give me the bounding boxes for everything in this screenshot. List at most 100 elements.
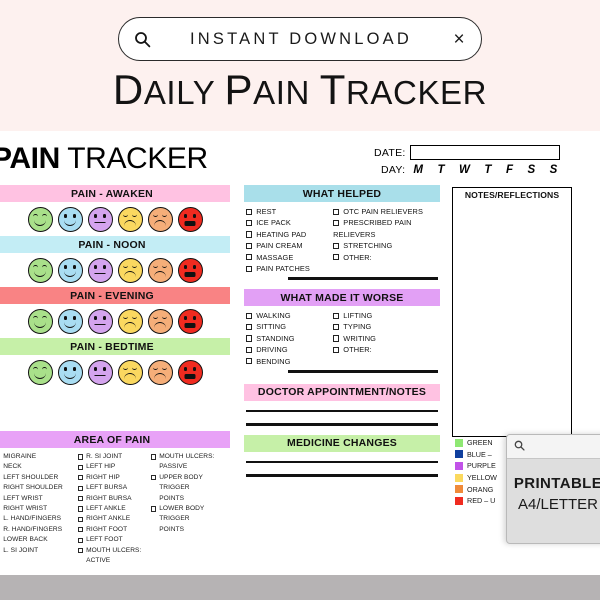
checkbox-item[interactable]: MOUTH ULCERS: ACTIVE — [77, 546, 151, 567]
checkbox-icon[interactable] — [246, 346, 253, 354]
checkbox-icon[interactable] — [333, 254, 340, 261]
face-no-pain[interactable] — [27, 206, 53, 232]
checkbox-item[interactable]: LEFT WRIST — [0, 494, 78, 504]
face-very-severe[interactable] — [147, 257, 173, 283]
day-letter-6[interactable]: S — [550, 164, 558, 176]
checkbox-icon[interactable] — [333, 335, 340, 342]
checkbox-icon[interactable] — [151, 454, 157, 460]
checkbox-item[interactable]: R. HAND/FINGERS — [0, 525, 78, 535]
checkbox-icon[interactable] — [333, 312, 340, 319]
checkbox-item[interactable]: L. SI JOINT — [0, 546, 78, 556]
checkbox-item[interactable]: STANDING — [246, 333, 333, 344]
doctor-write-line[interactable] — [246, 409, 438, 413]
checkbox-icon[interactable] — [246, 254, 253, 261]
checkbox-icon[interactable] — [77, 496, 84, 502]
day-letter-5[interactable]: S — [527, 164, 535, 176]
checkbox-item[interactable]: RIGHT SHOULDER — [0, 483, 78, 493]
checkbox-item[interactable]: TYPING — [333, 321, 440, 332]
checkbox-icon[interactable] — [151, 475, 157, 481]
checkbox-item[interactable]: MIGRAINE — [0, 452, 78, 462]
checkbox-icon[interactable] — [246, 220, 253, 227]
checkbox-item[interactable]: WRITING — [333, 333, 440, 344]
checkbox-item[interactable]: BENDING — [246, 356, 333, 367]
checkbox-item[interactable]: LEFT BURSA — [77, 483, 151, 493]
checkbox-icon[interactable] — [77, 454, 84, 460]
face-moderate-pain[interactable] — [87, 359, 113, 385]
face-mild-pain[interactable] — [57, 359, 83, 385]
day-letters[interactable]: MTWTFSS — [411, 164, 557, 176]
checkbox-icon[interactable] — [77, 475, 84, 481]
checkbox-item[interactable]: R. SI JOINT — [77, 452, 151, 462]
checkbox-item[interactable]: L. HAND/FINGERS — [0, 514, 78, 524]
checkbox-item[interactable]: NECK — [0, 462, 78, 472]
checkbox-item[interactable]: PRESCRIBED PAIN — [333, 217, 440, 228]
checkbox-item[interactable]: LEFT SHOULDER — [0, 473, 78, 483]
checkbox-icon[interactable] — [77, 464, 84, 470]
doctor-write-line[interactable] — [246, 423, 438, 426]
checkbox-item[interactable]: PAIN CREAM — [246, 240, 333, 251]
face-very-severe[interactable] — [147, 308, 173, 334]
face-severe-pain[interactable] — [117, 308, 143, 334]
checkbox-item[interactable]: LEFT HIP — [77, 462, 151, 472]
medicine-write-line[interactable] — [246, 474, 438, 478]
checkbox-item[interactable]: OTHER: — [333, 344, 440, 355]
day-letter-0[interactable]: M — [413, 164, 423, 176]
face-worst-pain[interactable] — [177, 359, 203, 385]
printable-overlay-popup[interactable]: PRINTABLE A4/LETTER — [506, 434, 600, 544]
checkbox-item[interactable]: MASSAGE — [246, 252, 333, 263]
checkbox-item[interactable]: MOUTH ULCERS: — [151, 452, 230, 462]
checkbox-icon[interactable] — [246, 231, 253, 238]
checkbox-icon[interactable] — [246, 358, 253, 365]
checkbox-item[interactable]: UPPER BODY TRIGGER — [151, 473, 230, 494]
day-letter-1[interactable]: T — [437, 164, 444, 176]
checkbox-icon[interactable] — [246, 242, 253, 249]
checkbox-icon[interactable] — [246, 312, 253, 319]
checkbox-icon[interactable] — [77, 506, 84, 512]
face-severe-pain[interactable] — [117, 359, 143, 385]
face-mild-pain[interactable] — [57, 257, 83, 283]
checkbox-icon[interactable] — [77, 527, 84, 533]
checkbox-item[interactable]: RIGHT BURSA — [77, 494, 151, 504]
instant-download-badge[interactable]: INSTANT DOWNLOAD × — [118, 17, 482, 61]
date-input[interactable] — [409, 145, 560, 160]
checkbox-item[interactable]: LEFT ANKLE — [77, 504, 151, 514]
checkbox-icon[interactable] — [333, 242, 340, 249]
checkbox-item[interactable]: DRIVING — [246, 344, 333, 355]
what-helped-other-line[interactable] — [288, 277, 438, 281]
face-very-severe[interactable] — [147, 359, 173, 385]
checkbox-icon[interactable] — [333, 220, 340, 227]
face-mild-pain[interactable] — [57, 206, 83, 232]
face-worst-pain[interactable] — [177, 206, 203, 232]
checkbox-icon[interactable] — [246, 265, 253, 272]
checkbox-item[interactable]: RIGHT ANKLE — [77, 514, 151, 524]
checkbox-item[interactable]: LOWER BACK — [0, 535, 78, 545]
face-worst-pain[interactable] — [177, 308, 203, 334]
face-very-severe[interactable] — [147, 206, 173, 232]
face-mild-pain[interactable] — [57, 308, 83, 334]
checkbox-item[interactable]: OTC PAIN RELIEVERS — [333, 206, 440, 217]
checkbox-item[interactable]: LEFT FOOT — [77, 535, 151, 545]
medicine-write-line[interactable] — [246, 460, 438, 464]
face-no-pain[interactable] — [27, 308, 53, 334]
checkbox-icon[interactable] — [333, 208, 340, 215]
face-worst-pain[interactable] — [177, 257, 203, 283]
checkbox-icon[interactable] — [246, 335, 253, 342]
face-severe-pain[interactable] — [117, 257, 143, 283]
checkbox-item[interactable]: WALKING — [246, 310, 333, 321]
face-moderate-pain[interactable] — [87, 206, 113, 232]
checkbox-icon[interactable] — [333, 324, 340, 331]
checkbox-icon[interactable] — [246, 208, 253, 215]
checkbox-icon[interactable] — [77, 537, 84, 543]
checkbox-item[interactable]: RIGHT HIP — [77, 473, 151, 483]
checkbox-item[interactable]: SITTING — [246, 321, 333, 332]
checkbox-icon[interactable] — [333, 346, 340, 354]
day-letter-3[interactable]: T — [484, 164, 491, 176]
face-severe-pain[interactable] — [117, 206, 143, 232]
checkbox-item[interactable]: LIFTING — [333, 310, 440, 321]
face-no-pain[interactable] — [27, 359, 53, 385]
what-worse-other-line[interactable] — [288, 370, 438, 373]
day-letter-4[interactable]: F — [506, 164, 513, 176]
checkbox-icon[interactable] — [77, 516, 84, 523]
checkbox-item[interactable]: ICE PACK — [246, 217, 333, 228]
checkbox-icon[interactable] — [77, 485, 84, 491]
